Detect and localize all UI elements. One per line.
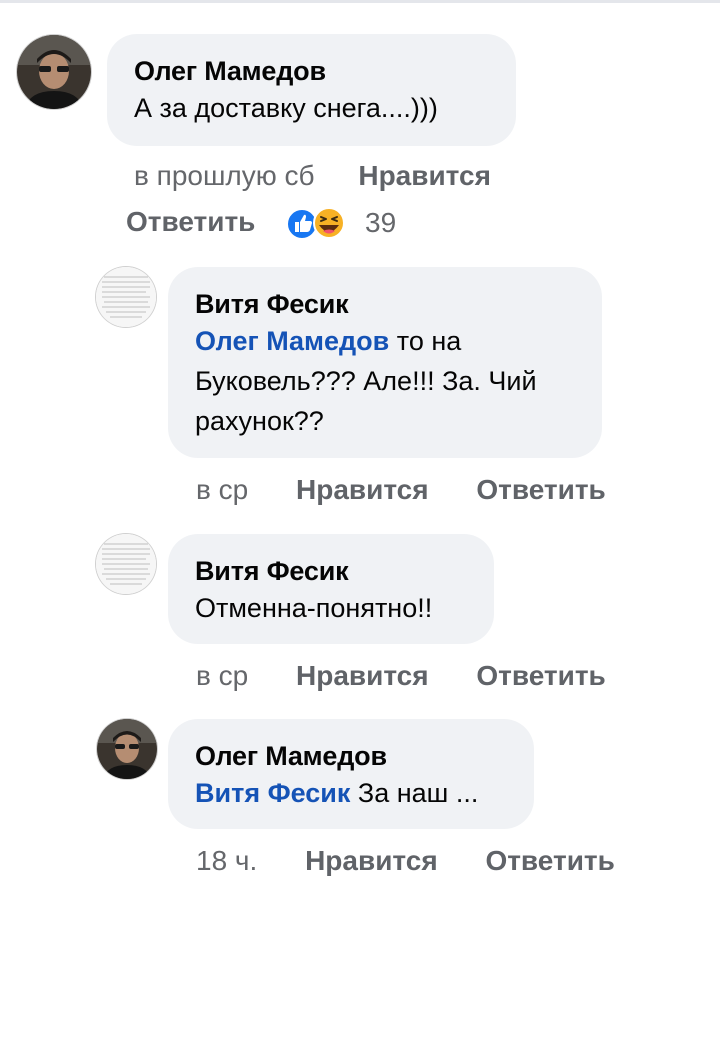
like-icon: [286, 208, 318, 240]
comment-text: Витя Фесик За наш ...: [195, 778, 478, 808]
comment-actions: в ср Нравится Ответить: [196, 660, 606, 692]
comment-author[interactable]: Олег Мамедов: [195, 739, 506, 773]
comment-bubble: Олег Мамедов А за доставку снега....))): [107, 34, 516, 146]
reaction-icons: [286, 207, 345, 240]
comment-time[interactable]: в прошлую сб: [134, 160, 315, 191]
comment-time[interactable]: 18 ч.: [196, 845, 257, 876]
comment-actions: 18 ч. Нравится Ответить: [196, 845, 615, 877]
like-button[interactable]: Нравится: [296, 660, 429, 691]
comment-actions: в ср Нравится Ответить: [196, 474, 606, 506]
comment-text-line1: то на: [389, 326, 462, 356]
like-button[interactable]: Нравится: [305, 845, 438, 876]
reactions-summary[interactable]: 39: [285, 204, 396, 242]
comment-actions: в прошлую сб Нравится: [134, 160, 491, 192]
comment-bubble: Витя Фесик Отменна-понятно!!: [168, 534, 494, 644]
avatar[interactable]: [96, 267, 156, 327]
top-divider: [0, 0, 720, 3]
comment-text: Отменна-понятно!!: [195, 593, 433, 623]
comment-text: А за доставку снега....))): [134, 93, 438, 123]
comment-bubble: Олег Мамедов Витя Фесик За наш ...: [168, 719, 534, 829]
comment-time[interactable]: в ср: [196, 660, 248, 691]
like-button[interactable]: Нравится: [358, 160, 491, 191]
user-photo-icon: [17, 35, 91, 109]
reply-button[interactable]: Ответить: [476, 474, 605, 505]
reaction-count: 39: [365, 207, 397, 238]
avatar[interactable]: [17, 35, 91, 109]
comment-bubble: Витя Фесик Олег Мамедов то на Буковель??…: [168, 267, 602, 458]
comment-time[interactable]: в ср: [196, 474, 248, 505]
comment-author[interactable]: Витя Фесик: [195, 554, 466, 588]
comment-text-line2: Буковель??? Але!!! За. Чий: [195, 366, 537, 396]
reply-button[interactable]: Ответить: [476, 660, 605, 691]
comment-text-body: За наш ...: [350, 778, 479, 808]
reply-button[interactable]: Ответить: [126, 206, 255, 237]
comment-text-line3: рахунок??: [195, 406, 324, 436]
comment-author[interactable]: Олег Мамедов: [134, 54, 488, 88]
mention-link[interactable]: Витя Фесик: [195, 778, 350, 808]
haha-icon: [313, 207, 345, 239]
comment-text: Олег Мамедов то на Буковель??? Але!!! За…: [195, 321, 574, 441]
comment-actions-row2: Ответить: [126, 206, 255, 238]
reply-button[interactable]: Ответить: [485, 845, 614, 876]
avatar[interactable]: [96, 534, 156, 594]
mention-link[interactable]: Олег Мамедов: [195, 326, 389, 356]
document-avatar-icon: [96, 534, 156, 594]
comment-author[interactable]: Витя Фесик: [195, 287, 574, 321]
avatar[interactable]: [97, 719, 157, 779]
user-photo-icon: [97, 719, 157, 779]
document-avatar-icon: [96, 267, 156, 327]
like-button[interactable]: Нравится: [296, 474, 429, 505]
